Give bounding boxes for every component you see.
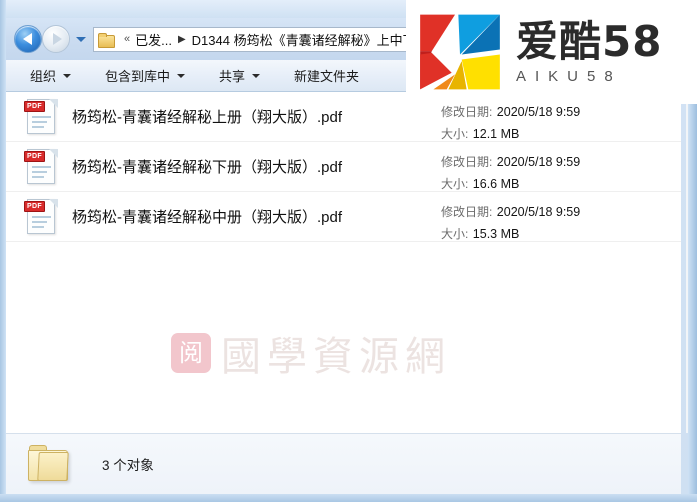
modified-date-label: 修改日期: — [441, 105, 493, 119]
explorer-window: « 已发... ▶ D1344 杨筠松《青囊诸经解秘》上中下三册 组织 包含到库… — [0, 0, 697, 502]
back-arrow-icon — [22, 33, 32, 45]
toolbar-include-in-library-label: 包含到库中 — [105, 69, 171, 84]
file-size-label: 大小: — [441, 227, 469, 241]
recent-locations-button[interactable] — [74, 29, 88, 49]
file-name: 杨筠松-青囊诸经解秘下册（翔大版）.pdf — [72, 159, 343, 176]
aiku58-mark-icon — [420, 14, 500, 90]
breadcrumb-item-root[interactable]: 已发... — [135, 30, 172, 49]
toolbar-organize-button[interactable]: 组织 — [24, 63, 77, 88]
breadcrumb-overflow[interactable]: « — [124, 33, 130, 45]
watermark-text: 國學資源網 — [221, 334, 451, 380]
logo-chinese-text: 爱酷58 — [516, 16, 663, 66]
aiku58-logo-overlay: 爱酷58 AIKU58 — [406, 0, 697, 104]
file-name: 杨筠松-青囊诸经解秘上册（翔大版）.pdf — [72, 109, 343, 126]
toolbar-share-button[interactable]: 共享 — [213, 63, 266, 88]
chevron-down-icon — [252, 73, 261, 78]
logo-latin-text: AIKU58 — [516, 67, 622, 85]
toolbar-new-folder-label: 新建文件夹 — [294, 69, 360, 84]
modified-date-value: 2020/5/18 9:59 — [496, 155, 581, 169]
breadcrumb-separator-icon: ▶ — [177, 33, 186, 45]
window-border-bottom — [0, 494, 697, 502]
breadcrumb-item-current[interactable]: D1344 杨筠松《青囊诸经解秘》上中下三册 — [192, 30, 442, 49]
folder-icon — [28, 445, 72, 483]
file-size-label: 大小: — [441, 177, 469, 191]
pdf-file-icon: PDF — [24, 97, 58, 137]
file-size-value: 12.1 MB — [472, 127, 520, 141]
forward-arrow-icon — [52, 33, 62, 45]
toolbar-include-in-library-button[interactable]: 包含到库中 — [99, 63, 191, 88]
file-size-value: 16.6 MB — [472, 177, 520, 191]
file-size-label: 大小: — [441, 127, 469, 141]
chevron-down-icon — [63, 73, 72, 78]
toolbar-new-folder-button[interactable]: 新建文件夹 — [288, 63, 365, 88]
item-count-text: 3 个对象 — [102, 458, 154, 473]
chevron-down-icon — [177, 73, 186, 78]
file-metadata: 修改日期: 2020/5/18 9:59 大小: 15.3 MB — [441, 201, 580, 245]
file-metadata: 修改日期: 2020/5/18 9:59 大小: 12.1 MB — [441, 101, 580, 145]
toolbar-organize-label: 组织 — [30, 69, 57, 84]
table-row[interactable]: PDF 杨筠松-青囊诸经解秘下册（翔大版）.pdf 修改日期: 2020/5/1… — [6, 142, 681, 192]
watermark: 阅 國學資源網 — [171, 324, 451, 382]
pdf-badge-label: PDF — [24, 150, 45, 162]
back-button[interactable] — [14, 25, 42, 53]
vertical-scrollbar[interactable] — [686, 92, 688, 433]
pdf-file-icon: PDF — [24, 197, 58, 237]
watermark-badge-icon: 阅 — [171, 333, 211, 373]
modified-date-value: 2020/5/18 9:59 — [496, 205, 581, 219]
file-name: 杨筠松-青囊诸经解秘中册（翔大版）.pdf — [72, 209, 343, 226]
table-row[interactable]: PDF 杨筠松-青囊诸经解秘中册（翔大版）.pdf 修改日期: 2020/5/1… — [6, 192, 681, 242]
aiku58-logo-text: 爱酷58 AIKU58 — [516, 16, 663, 85]
folder-icon — [98, 32, 115, 48]
modified-date-label: 修改日期: — [441, 205, 493, 219]
chevron-down-icon — [76, 36, 86, 42]
file-metadata: 修改日期: 2020/5/18 9:59 大小: 16.6 MB — [441, 151, 580, 195]
file-list[interactable]: PDF 杨筠松-青囊诸经解秘上册（翔大版）.pdf 修改日期: 2020/5/1… — [6, 92, 681, 433]
pdf-badge-label: PDF — [24, 100, 45, 112]
file-size-value: 15.3 MB — [472, 227, 520, 241]
status-bar: 3 个对象 — [6, 433, 681, 494]
modified-date-value: 2020/5/18 9:59 — [496, 105, 581, 119]
pdf-file-icon: PDF — [24, 147, 58, 187]
modified-date-label: 修改日期: — [441, 155, 493, 169]
pdf-badge-label: PDF — [24, 200, 45, 212]
forward-button[interactable] — [42, 25, 70, 53]
toolbar-share-label: 共享 — [219, 69, 246, 84]
